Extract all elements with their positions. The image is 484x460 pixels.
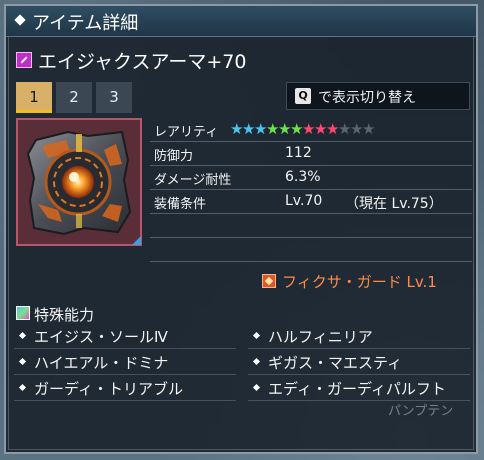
special-ability-name: ハイエアル・ドミナ: [34, 354, 169, 372]
special-ability-item: ギガス・マエスティ: [248, 350, 470, 375]
stat-row-damage-resist: ダメージ耐性 6.3%: [150, 167, 472, 190]
stat-row-defense: 防御力 112: [150, 143, 472, 166]
bullet-diamond-icon: [252, 357, 261, 366]
ability-label: フィクサ・ガード Lv.1: [282, 273, 437, 291]
special-ability-item: エイジス・ソールⅣ: [14, 324, 236, 349]
bullet-diamond-icon: [252, 383, 261, 392]
special-ability-icon: [16, 306, 30, 320]
ability-icon: [262, 274, 276, 288]
tab-1[interactable]: 1: [16, 82, 52, 113]
damage-resist-value: 6.3%: [285, 169, 321, 185]
stat-row-empty-2: [150, 239, 472, 262]
special-ability-item: ハルフィニリア: [248, 324, 470, 349]
toggle-label: で表示切り替え: [318, 90, 416, 106]
corner-marker: [132, 236, 141, 245]
stat-row-rarity: レアリティ ★ ★ ★ ★ ★ ★ ★ ★ ★ ★ ★ ★: [150, 119, 472, 142]
title-bar: アイテム詳細: [6, 6, 476, 37]
special-ability-name: ギガス・マエスティ: [268, 354, 403, 372]
defense-value: 112: [285, 145, 312, 161]
armor-unit-artwork: [18, 120, 140, 244]
special-ability-item: ガーディ・トリアブル: [14, 376, 236, 401]
damage-resist-label: ダメージ耐性: [154, 173, 232, 188]
stat-row-empty-1: [150, 215, 472, 238]
requirement-label: 装備条件: [154, 197, 207, 212]
special-ability-name: ガーディ・トリアブル: [34, 380, 183, 398]
faded-text: パンプテン: [388, 404, 454, 419]
bullet-diamond-icon: [18, 383, 27, 392]
armor-unit-icon: [16, 52, 32, 68]
toggle-display-button[interactable]: Q で表示切り替え: [286, 82, 470, 110]
special-ability-name: ハルフィニリア: [268, 328, 373, 346]
requirement-value: Lv.70: [285, 193, 323, 209]
bullet-diamond-icon: [18, 357, 27, 366]
bullet-diamond-icon: [18, 331, 27, 340]
special-abilities-title: 特殊能力: [34, 306, 95, 324]
stat-row-requirement: 装備条件 Lv.70 （現在 Lv.75）: [150, 191, 472, 214]
special-ability-item: エディ・ガーディパルフト: [248, 376, 470, 401]
current-level: （現在 Lv.75）: [345, 196, 443, 212]
item-detail-panel: アイテム詳細 エイジャクスアーマ+70 1 2 3 Q で表示切り替え レアリテ…: [4, 4, 478, 454]
item-name: エイジャクスアーマ+70: [38, 51, 247, 73]
window-title: アイテム詳細: [32, 13, 139, 34]
item-image: [16, 118, 142, 246]
bullet-diamond-icon: [252, 331, 261, 340]
tab-3[interactable]: 3: [96, 82, 132, 113]
title-diamond-icon: [14, 14, 26, 26]
special-ability-name: エディ・ガーディパルフト: [268, 380, 446, 398]
tab-2[interactable]: 2: [56, 82, 92, 113]
rarity-label: レアリティ: [154, 125, 219, 140]
defense-label: 防御力: [154, 149, 194, 164]
special-ability-item: ハイエアル・ドミナ: [14, 350, 236, 375]
key-q-icon: Q: [295, 88, 311, 104]
star-empty-icon: ★: [362, 120, 376, 138]
special-ability-name: エイジス・ソールⅣ: [34, 328, 168, 346]
